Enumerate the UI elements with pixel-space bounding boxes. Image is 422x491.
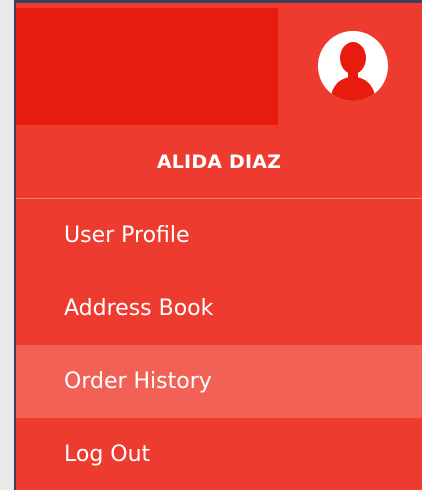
menu-item-order-history[interactable]: Order History	[16, 345, 422, 418]
dropdown-header-block	[16, 8, 278, 125]
dropdown-menu-list: User Profile Address Book Order History …	[16, 199, 422, 491]
user-name: ALIDA DIAZ	[156, 151, 282, 173]
menu-item-user-profile[interactable]: User Profile	[16, 199, 422, 272]
background-strip	[0, 0, 14, 490]
menu-item-address-book[interactable]: Address Book	[16, 272, 422, 345]
screen: ALIDA DIAZ User Profile Address Book Ord…	[0, 0, 422, 490]
user-dropdown-menu: ALIDA DIAZ User Profile Address Book Ord…	[16, 3, 422, 490]
menu-item-log-out[interactable]: Log Out	[16, 418, 422, 491]
user-avatar-icon[interactable]	[318, 31, 388, 101]
